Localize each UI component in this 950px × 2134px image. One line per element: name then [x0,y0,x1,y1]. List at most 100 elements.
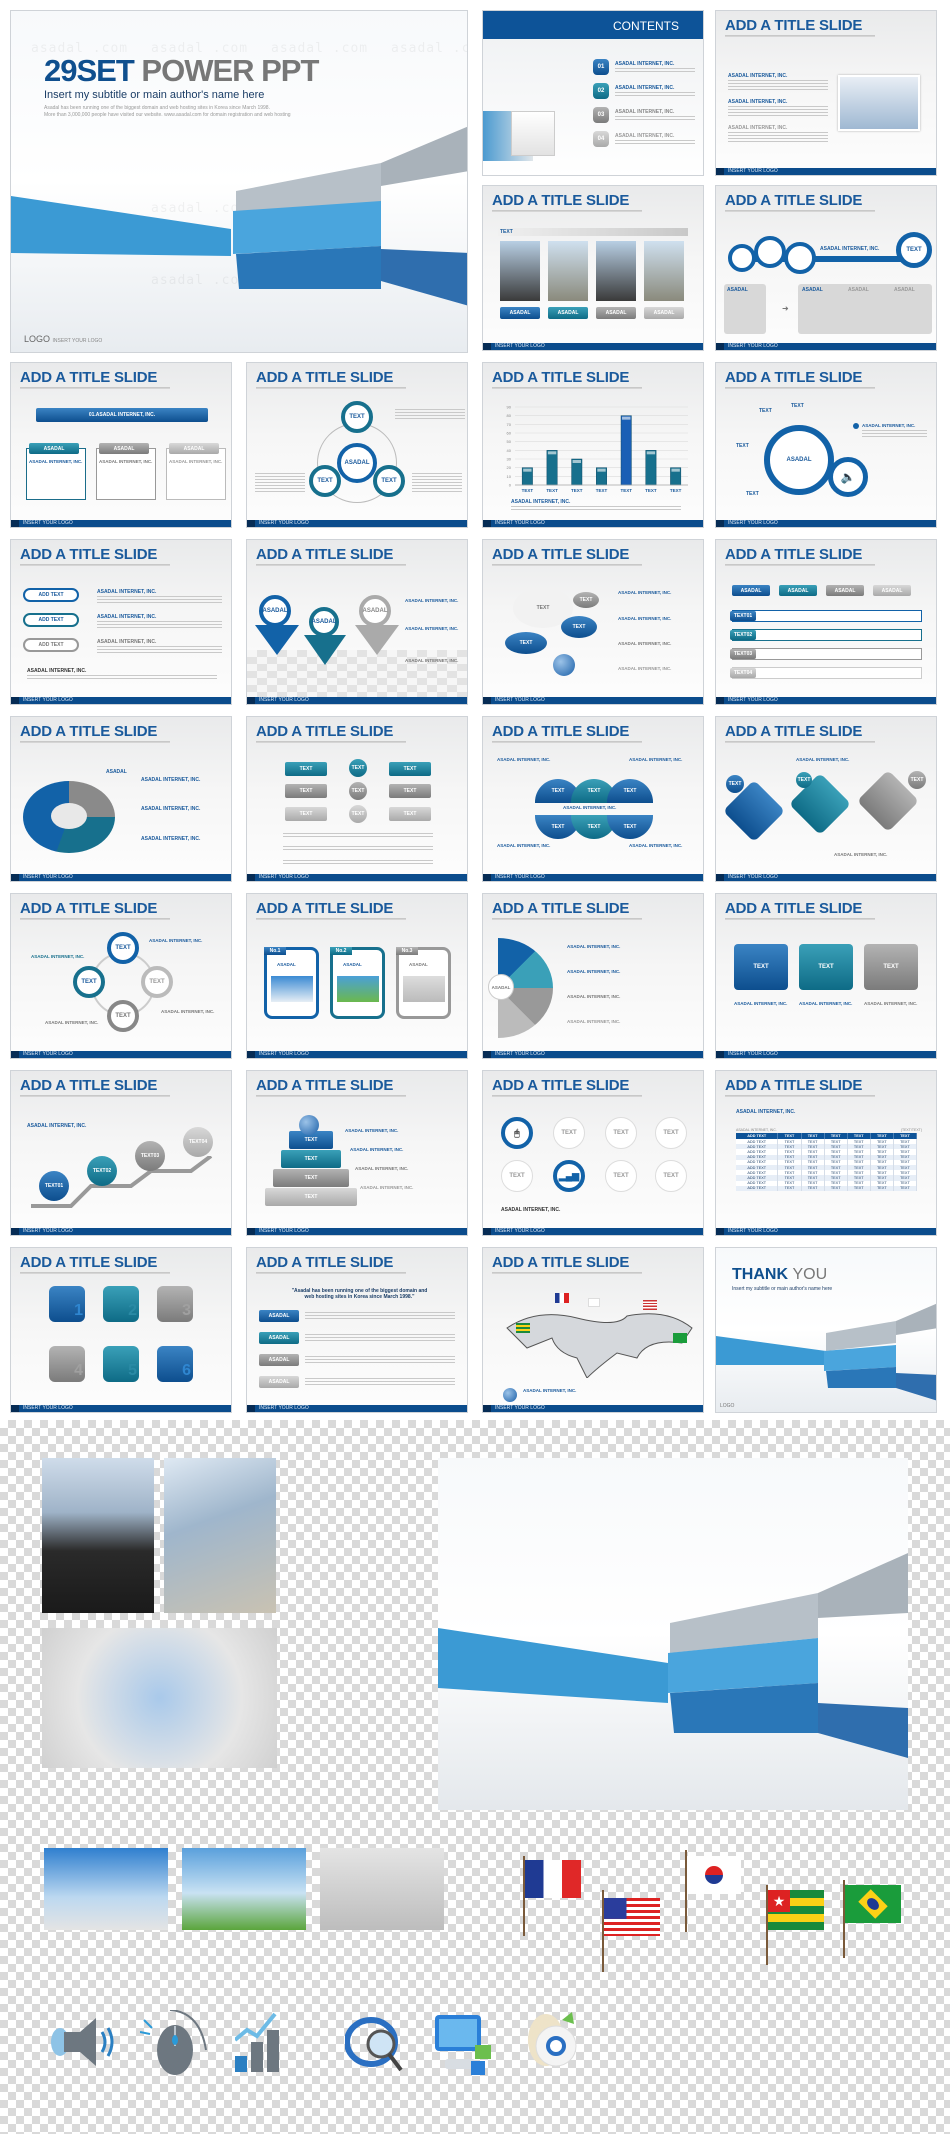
slide-donut[interactable]: ADD A TITLE SLIDE ASADAL ASADAL INTERNET… [10,716,232,882]
arrow-right-icon: ➜ [782,304,789,313]
slide-fan[interactable]: ADD A TITLE SLIDE ASADAL ASADAL INTERNET… [482,893,704,1059]
slide-stairs[interactable]: ADD A TITLE SLIDE ASADAL INTERNET, INC. … [10,1070,232,1236]
card[interactable]: No.2 ASADAL [330,947,385,1019]
section-heading: ASADAL INTERNET, INC. [97,614,157,620]
step-tab[interactable]: ASADAL [732,585,770,596]
text-row-label[interactable]: TEXT03 [730,649,756,659]
slide-add-text-buttons[interactable]: ADD A TITLE SLIDE ADD TEXT ADD TEXT ADD … [10,539,232,705]
brand-button[interactable]: ASADAL [259,1332,299,1344]
brand-button[interactable]: ASADAL [644,307,684,319]
slide-cover[interactable]: asadal .com asadal .com asadal .com asad… [10,10,468,353]
text-row-label[interactable]: TEXT02 [730,630,756,640]
text-row-label[interactable]: TEXT01 [730,611,756,621]
number-tile[interactable]: 4 [49,1346,85,1382]
node-right[interactable]: TEXT [389,784,431,798]
node-center[interactable]: TEXT [349,782,367,800]
slide-text-rows[interactable]: ADD A TITLE SLIDE ASADAL ASADAL ASADAL A… [715,539,937,705]
brand-button[interactable]: ASADAL [500,307,540,319]
slide-subtitle-lines [20,741,170,743]
number-tile[interactable]: 6 [157,1346,193,1382]
slide-bar-chart[interactable]: ADD A TITLE SLIDE 0 10 20 30 40 50 60 70 80 90 TEX… [482,362,704,528]
slide-contents[interactable]: CONTENTS 01 ASADAL INTERNET, INC. 02 ASA… [482,10,704,176]
card[interactable]: No.1 ASADAL [264,947,319,1019]
node-left[interactable]: TEXT [285,807,327,821]
section-heading: ASADAL INTERNET, INC. [27,1123,87,1129]
slide-chained-rings[interactable]: ADD A TITLE SLIDE ASADAL INTERNET, INC. … [715,185,937,351]
slide-cycle[interactable]: ADD A TITLE SLIDE ASADAL TEXT TEXT TEXT … [246,362,468,528]
slide-quote[interactable]: ADD A TITLE SLIDE "Asadal has been runni… [246,1247,468,1413]
slide-title: ADD A TITLE SLIDE [725,546,863,563]
slide-cards[interactable]: ADD A TITLE SLIDE No.1 ASADAL No.2 ASADA… [246,893,468,1059]
node-right[interactable]: TEXT [389,807,431,821]
slide-table[interactable]: ADD A TITLE SLIDE ASADAL INTERNET, INC. … [715,1070,937,1236]
slide-numbered-tiles[interactable]: ADD A TITLE SLIDE 1 2 3 4 5 6 INSERT YOU… [10,1247,232,1413]
sticky-note[interactable]: TEXT [864,944,918,990]
step-tab[interactable]: ASADAL [873,585,911,596]
section-heading: ASADAL INTERNET, INC. [345,1128,399,1133]
slide-pyramid[interactable]: ADD A TITLE SLIDE TEXT TEXT TEXT TEXT AS… [246,1070,468,1236]
slide-sticky-notes[interactable]: ADD A TITLE SLIDE TEXT TEXT TEXT ASADAL … [715,893,937,1059]
slide-puzzle[interactable]: ADD A TITLE SLIDE TEXT TEXT TEXT ASADAL … [715,716,937,882]
node-center[interactable]: TEXT [349,805,367,823]
step-sphere[interactable]: TEXT02 [87,1156,117,1186]
org-box-label[interactable]: ASADAL [29,443,79,454]
node-right[interactable]: TEXT [389,762,431,776]
org-box [166,448,226,500]
brand-button[interactable]: ASADAL [259,1310,299,1322]
ring-label: ASADAL [786,457,812,463]
add-text-button[interactable]: ADD TEXT [23,588,79,602]
brand-button[interactable]: ASADAL [259,1354,299,1366]
pin-label: ASADAL [362,608,388,614]
card[interactable]: No.3 ASADAL [396,947,451,1019]
slide-title: ADD A TITLE SLIDE [20,1077,158,1094]
slide-speech-bubbles[interactable]: ADD A TITLE SLIDE TEXT TEXT TEXT TEXT AS… [482,539,704,705]
step-sphere[interactable]: TEXT04 [183,1127,213,1157]
step-tab[interactable]: ASADAL [826,585,864,596]
slide-thank-you[interactable]: THANK YOU Insert my subtitle or main aut… [715,1247,937,1413]
speaker-icon [50,2018,116,2066]
bar [546,450,558,486]
step-tab[interactable]: ASADAL [779,585,817,596]
asset-photo-business-team [320,1848,444,1930]
add-text-button[interactable]: ADD TEXT [23,638,79,652]
sticky-note[interactable]: TEXT [799,944,853,990]
number-tile[interactable]: 1 [49,1286,85,1322]
slide-photos[interactable]: ADD A TITLE SLIDE TEXT ASADAL ASADAL ASA… [482,185,704,351]
slide-node-grid[interactable]: ADD A TITLE SLIDE TEXT TEXT TEXT TEXT TE… [246,716,468,882]
number-tile[interactable]: 5 [103,1346,139,1382]
org-box-label[interactable]: ASADAL [169,443,219,454]
step-sphere[interactable]: TEXT01 [39,1171,69,1201]
org-top-bar[interactable]: 01.ASADAL INTERNET, INC. [36,408,208,422]
step-sphere[interactable]: TEXT03 [135,1141,165,1171]
number-tile[interactable]: 3 [157,1286,193,1322]
org-box-label[interactable]: ASADAL [99,443,149,454]
sticky-note[interactable]: TEXT [734,944,788,990]
pyramid-layer[interactable]: TEXT [265,1188,357,1206]
slide-text-image[interactable]: ADD A TITLE SLIDE ASADAL INTERNET, INC. … [715,10,937,176]
brand-button[interactable]: ASADAL [259,1376,299,1388]
slide-title: ADD A TITLE SLIDE [492,723,630,740]
slide-world-map[interactable]: ADD A TITLE SLIDE ASADAL INTERNET, INC. … [482,1247,704,1413]
brand-button[interactable]: ASADAL [596,307,636,319]
slide-speaker-ring[interactable]: ADD A TITLE SLIDE ASADAL 🔈 TEXT TEXT TEX… [715,362,937,528]
slide-overlap-circles[interactable]: ADD A TITLE SLIDE ASADAL INTERNET, INC. … [482,716,704,882]
node-center[interactable]: TEXT [349,759,367,777]
pin-label: ASADAL [311,619,337,625]
node-left[interactable]: TEXT [285,762,327,776]
slide-title: ADD A TITLE SLIDE [256,1077,394,1094]
footer-text: INSERT YOUR LOGO [728,697,778,703]
brand-button[interactable]: ASADAL [548,307,588,319]
slide-four-rings[interactable]: ADD A TITLE SLIDE TEXT TEXT TEXT TEXT AS… [10,893,232,1059]
thanks-title-bold: THANK [732,1266,788,1283]
node-left[interactable]: TEXT [285,784,327,798]
text-row-label[interactable]: TEXT04 [730,668,756,678]
section-heading: ASADAL INTERNET, INC. [141,836,201,842]
section-heading: ASADAL INTERNET, INC. [141,806,201,812]
slide-pins[interactable]: ADD A TITLE SLIDE ASADAL ASADAL ASADAL A… [246,539,468,705]
slide-org-boxes[interactable]: ADD A TITLE SLIDE 01.ASADAL INTERNET, IN… [10,362,232,528]
add-text-button[interactable]: ADD TEXT [23,613,79,627]
pyramid-layer[interactable]: TEXT [281,1150,341,1168]
slide-circle-chain[interactable]: ADD A TITLE SLIDE 🖱 TEXT TEXT TEXT TEXT … [482,1070,704,1236]
number-tile[interactable]: 2 [103,1286,139,1322]
pyramid-layer[interactable]: TEXT [273,1169,349,1187]
